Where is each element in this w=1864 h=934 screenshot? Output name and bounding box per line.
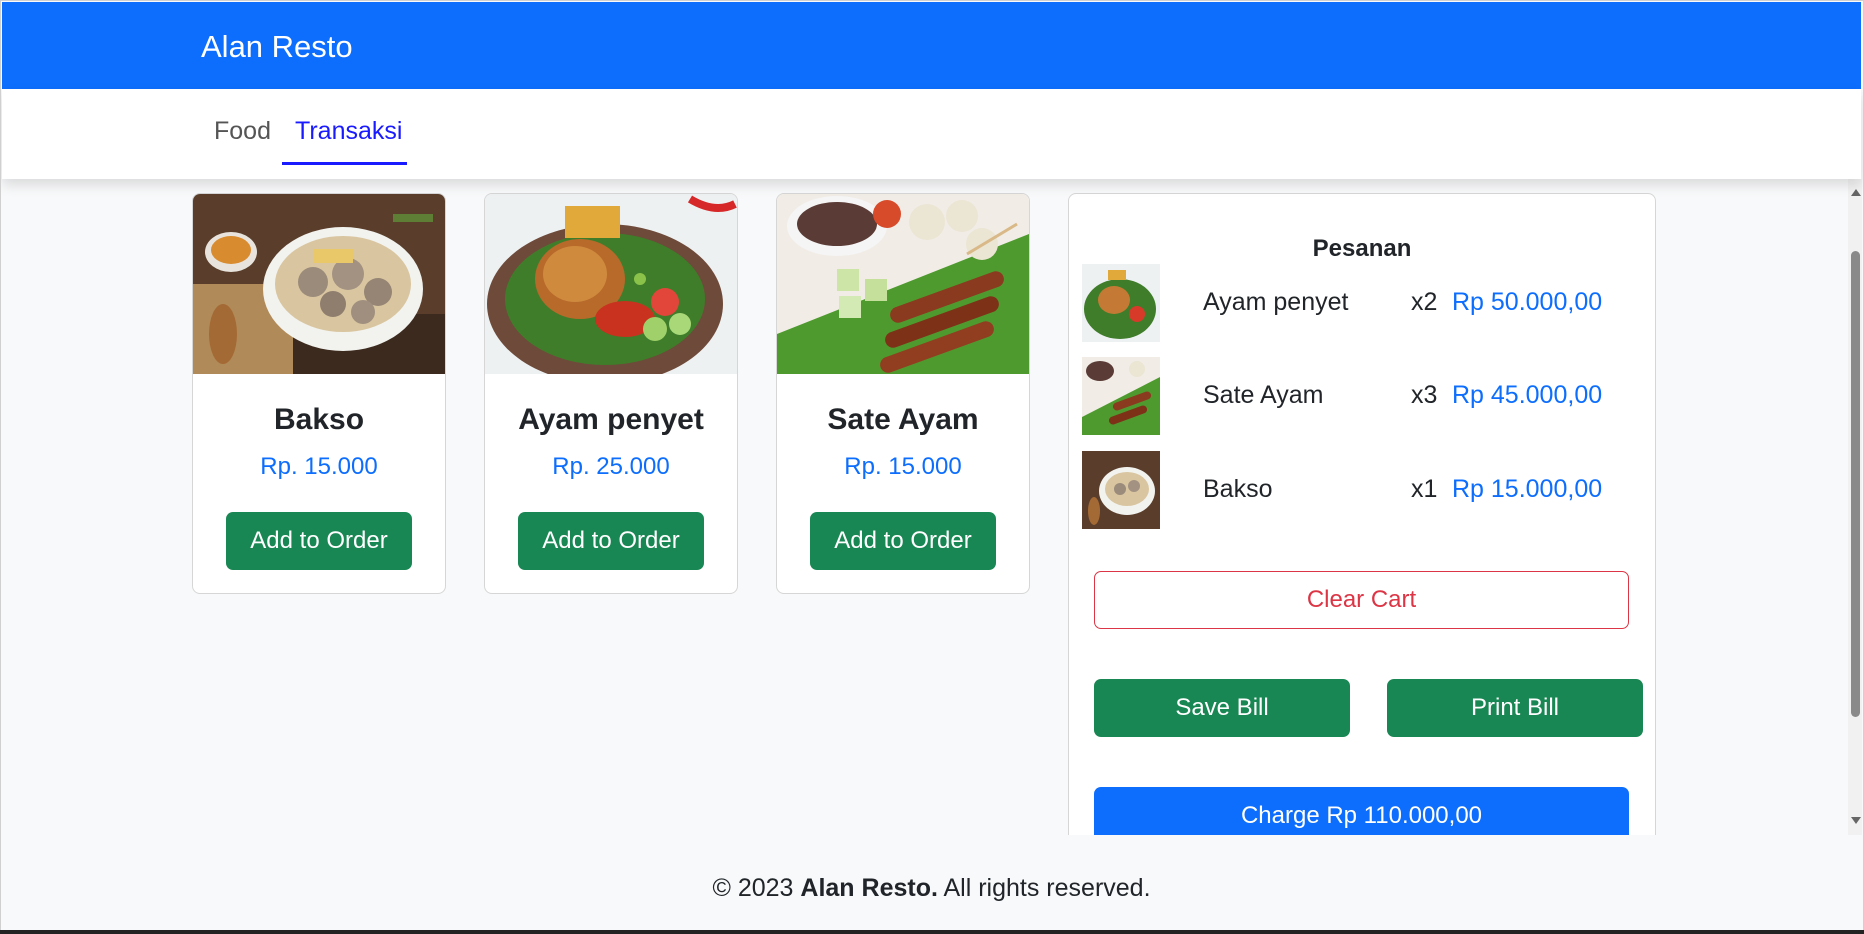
order-item: Sate Ayam x3 Rp 45.000,00 (1069, 357, 1655, 435)
card-title: Sate Ayam (827, 403, 979, 436)
bakso-thumbnail (1082, 451, 1160, 529)
clear-cart-button[interactable]: Clear Cart (1094, 571, 1629, 629)
card-title: Ayam penyet (518, 403, 704, 436)
add-to-order-button[interactable]: Add to Order (810, 512, 996, 570)
order-item-qty: x3 (1411, 381, 1438, 409)
ayam-penyet-thumbnail (1082, 264, 1160, 342)
order-item-subtotal: Rp 15.000,00 (1452, 475, 1603, 503)
sate-ayam-image (777, 194, 1029, 374)
taskbar-edge (0, 930, 1864, 934)
tab-food[interactable]: Food (214, 116, 271, 146)
top-header-bar: Alan Resto (2, 2, 1861, 89)
bakso-image (193, 194, 445, 374)
order-item-subtotal: Rp 50.000,00 (1452, 288, 1603, 316)
print-bill-button[interactable]: Print Bill (1387, 679, 1643, 737)
footer-suffix: All rights reserved. (937, 874, 1151, 902)
scroll-up-arrow-icon[interactable] (1851, 189, 1861, 196)
nav-bar: Food Transaksi (2, 89, 1861, 179)
scrollbar-thumb[interactable] (1851, 251, 1860, 717)
ayam-penyet-image (485, 194, 737, 374)
order-item-name: Ayam penyet (1203, 288, 1349, 316)
app-window: Alan Resto Food Transaksi Bakso Rp. 15.0… (0, 0, 1864, 934)
add-to-order-button[interactable]: Add to Order (518, 512, 704, 570)
card-title: Bakso (273, 403, 365, 436)
footer-prefix: © 2023 (712, 874, 801, 902)
tab-transaksi[interactable]: Transaksi (295, 116, 402, 146)
order-panel: Pesanan Ayam penyet x2 Rp 50.000,00 Sate… (1068, 193, 1656, 835)
order-item-name: Sate Ayam (1203, 381, 1324, 409)
order-title: Pesanan (1312, 235, 1412, 262)
order-item-qty: x2 (1411, 288, 1438, 316)
footer: © 2023 Alan Resto. All rights reserved. (2, 835, 1861, 931)
card-price: Rp. 15.000 (260, 453, 378, 480)
sate-ayam-thumbnail (1082, 357, 1160, 435)
order-item-name: Bakso (1203, 475, 1273, 503)
footer-brand: Alan Resto. (800, 874, 938, 902)
menu-card-ayam-penyet: Ayam penyet Rp. 25.000 Add to Order (484, 193, 738, 594)
card-price: Rp. 25.000 (552, 453, 670, 480)
order-item: Bakso x1 Rp 15.000,00 (1069, 451, 1655, 529)
main-content: Bakso Rp. 15.000 Add to Order Ayam penye… (2, 179, 1848, 835)
save-bill-button[interactable]: Save Bill (1094, 679, 1350, 737)
order-item: Ayam penyet x2 Rp 50.000,00 (1069, 264, 1655, 342)
vertical-scrollbar[interactable] (1848, 179, 1862, 835)
order-item-qty: x1 (1411, 475, 1438, 503)
charge-button[interactable]: Charge Rp 110.000,00 (1094, 787, 1629, 835)
add-to-order-button[interactable]: Add to Order (226, 512, 412, 570)
menu-card-bakso: Bakso Rp. 15.000 Add to Order (192, 193, 446, 594)
order-item-subtotal: Rp 45.000,00 (1452, 381, 1603, 409)
scroll-down-arrow-icon[interactable] (1851, 817, 1861, 824)
card-price: Rp. 15.000 (844, 453, 962, 480)
brand-title[interactable]: Alan Resto (201, 28, 353, 66)
active-tab-indicator (282, 162, 407, 165)
menu-card-sate-ayam: Sate Ayam Rp. 15.000 Add to Order (776, 193, 1030, 594)
